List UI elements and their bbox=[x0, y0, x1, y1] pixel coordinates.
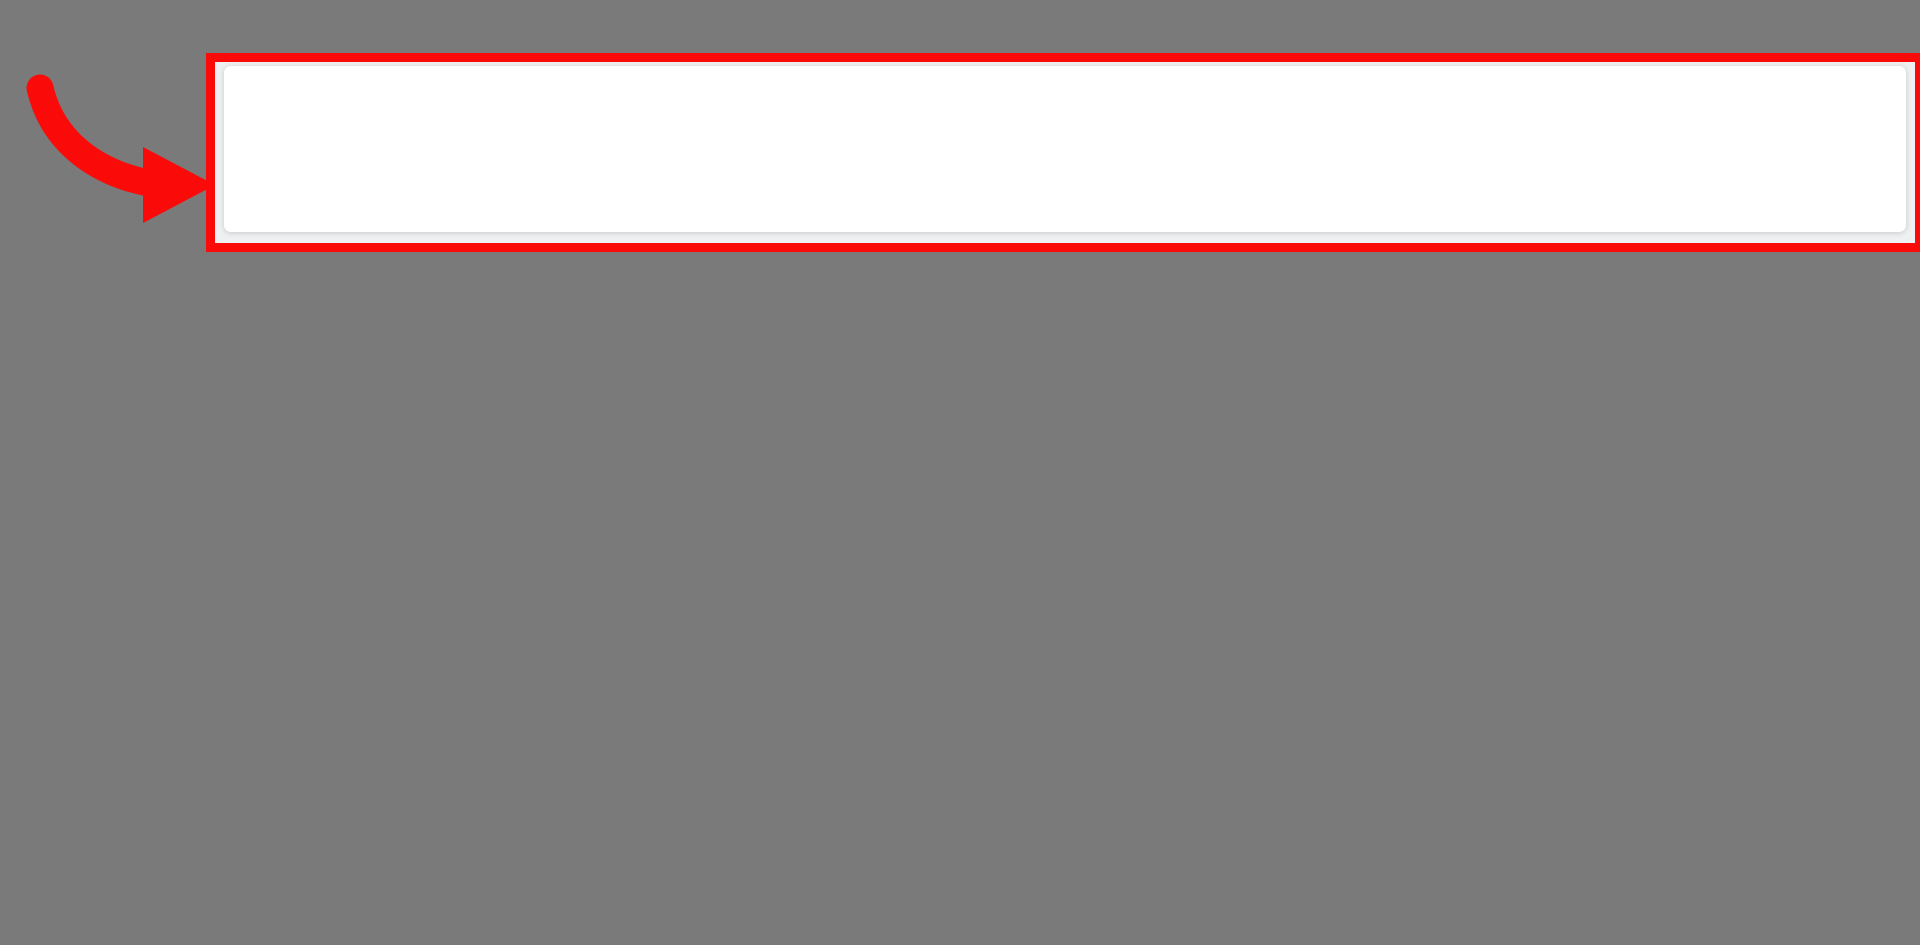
highlight-spotlight bbox=[210, 56, 1920, 249]
highlighted-card bbox=[224, 66, 1906, 232]
spotlight-inner bbox=[210, 56, 1920, 249]
